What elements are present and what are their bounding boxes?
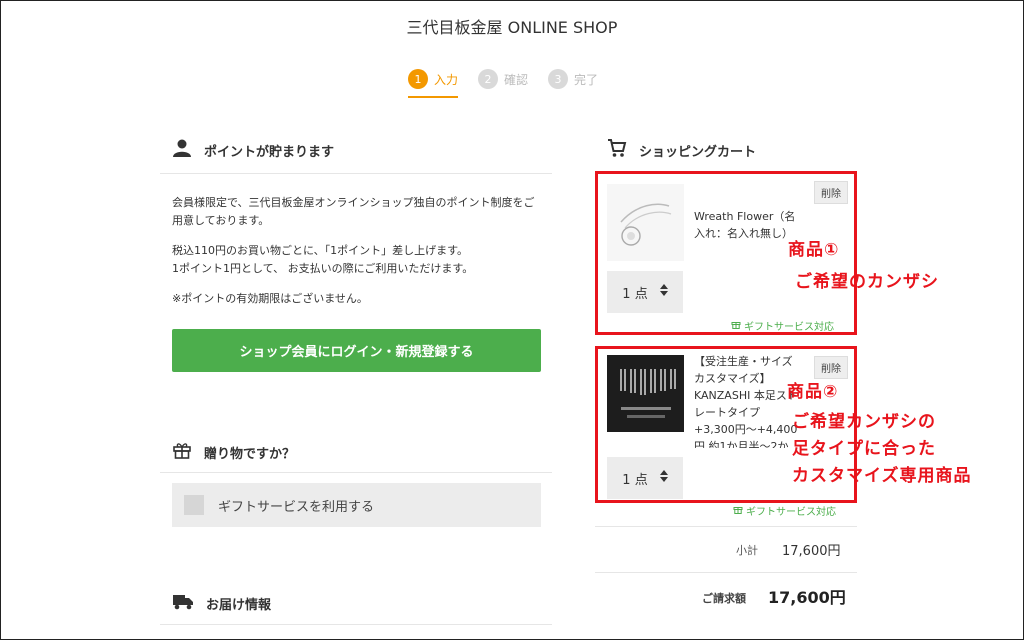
points-expiry-text: ※ポイントの有効期限はございません。 [172,292,368,305]
delivery-heading-label: お届け情報 [206,597,272,613]
points-usage-text: 1ポイント1円として、 お支払いの際にご利用いただけます。 [172,262,474,275]
annotation-item1-title: 商品① [788,240,840,260]
item-name[interactable]: Wreath Flower（名入れ：名入れ無し） [694,208,798,242]
gift-available-badge: ギフトサービス対応 [733,503,836,518]
divider [160,624,552,625]
gift-available-label: ギフトサービス対応 [744,322,834,333]
up-down-arrow-icon [659,284,668,300]
step-label: 確認 [504,72,529,87]
points-heading-label: ポイントが貯まります [204,144,335,160]
product-image[interactable] [607,355,684,432]
delete-button[interactable]: 削除 [814,181,848,204]
gift-icon [733,504,743,517]
delivery-heading: お届け情報 [172,592,271,614]
cart-heading-label: ショッピングカート [639,144,757,160]
gift-icon [172,440,192,464]
gift-heading: 贈り物ですか？ [172,440,295,464]
step-number: 3 [548,69,569,89]
step-confirm: 2 確認 [478,66,528,92]
divider [160,472,552,473]
total-value: 17,600円 [768,588,846,607]
quantity-value: 1 点 [622,286,648,302]
step-number: 2 [478,69,499,89]
step-input: 1 入力 [408,66,459,98]
step-complete: 3 完了 [548,66,598,92]
gift-heading-label: 贈り物ですか？ [204,446,296,462]
gift-checkbox[interactable] [184,495,204,515]
annotation-item2-line2: 足タイプに合った [792,439,936,459]
gift-available-label: ギフトサービス対応 [746,507,836,518]
points-rate-text: 税込110円のお買い物ごとに、「1ポイント」差し上げます。 [172,244,469,257]
cart-icon [607,138,627,162]
step-number: 1 [408,69,428,89]
divider [595,526,857,527]
points-description: 会員様限定で、三代目板金屋オンラインショップ独自のポイント制度をご用意しておりま… [172,196,535,227]
delete-button[interactable]: 削除 [814,356,848,379]
quantity-value: 1 点 [622,472,648,488]
up-down-arrow-icon [659,470,668,486]
divider [160,173,552,174]
annotation-item2-line1: ご希望カンザシの [792,412,936,432]
cart-heading: ショッピングカート [607,138,756,162]
points-heading: ポイントが貯まります [172,138,334,162]
step-label: 完了 [574,72,599,87]
gift-toggle-label: ギフトサービスを利用する [218,499,375,515]
annotation-item1-desc: ご希望のカンザシ [795,272,939,292]
product-image[interactable] [607,184,684,261]
subtotal-label: 小計 [736,544,758,557]
gift-available-badge: ギフトサービス対応 [731,318,834,333]
user-icon [172,138,192,162]
shop-title: 三代目板金屋 ONLINE SHOP [406,18,618,37]
truck-icon [172,592,194,614]
step-label: 入力 [434,72,459,87]
item-name[interactable]: 【受注生産・サイズカスタマイズ】 KANZASHI 本足ストレートタイプ +3,… [694,353,798,448]
checkout-steps: 1 入力 2 確認 3 完了 [408,66,598,98]
quantity-select[interactable]: 1 点 [607,271,683,313]
divider [595,572,857,573]
annotation-item2-line3: カスタマイズ専用商品 [792,466,972,486]
total-label: ご請求額 [702,592,746,605]
member-login-button[interactable]: ショップ会員にログイン・新規登録する [172,329,541,372]
quantity-select[interactable]: 1 点 [607,457,683,499]
subtotal-value: 17,600円 [782,544,841,559]
gift-icon [731,319,741,332]
gift-service-toggle[interactable]: ギフトサービスを利用する [172,483,541,527]
annotation-item2-title: 商品② [787,382,839,402]
